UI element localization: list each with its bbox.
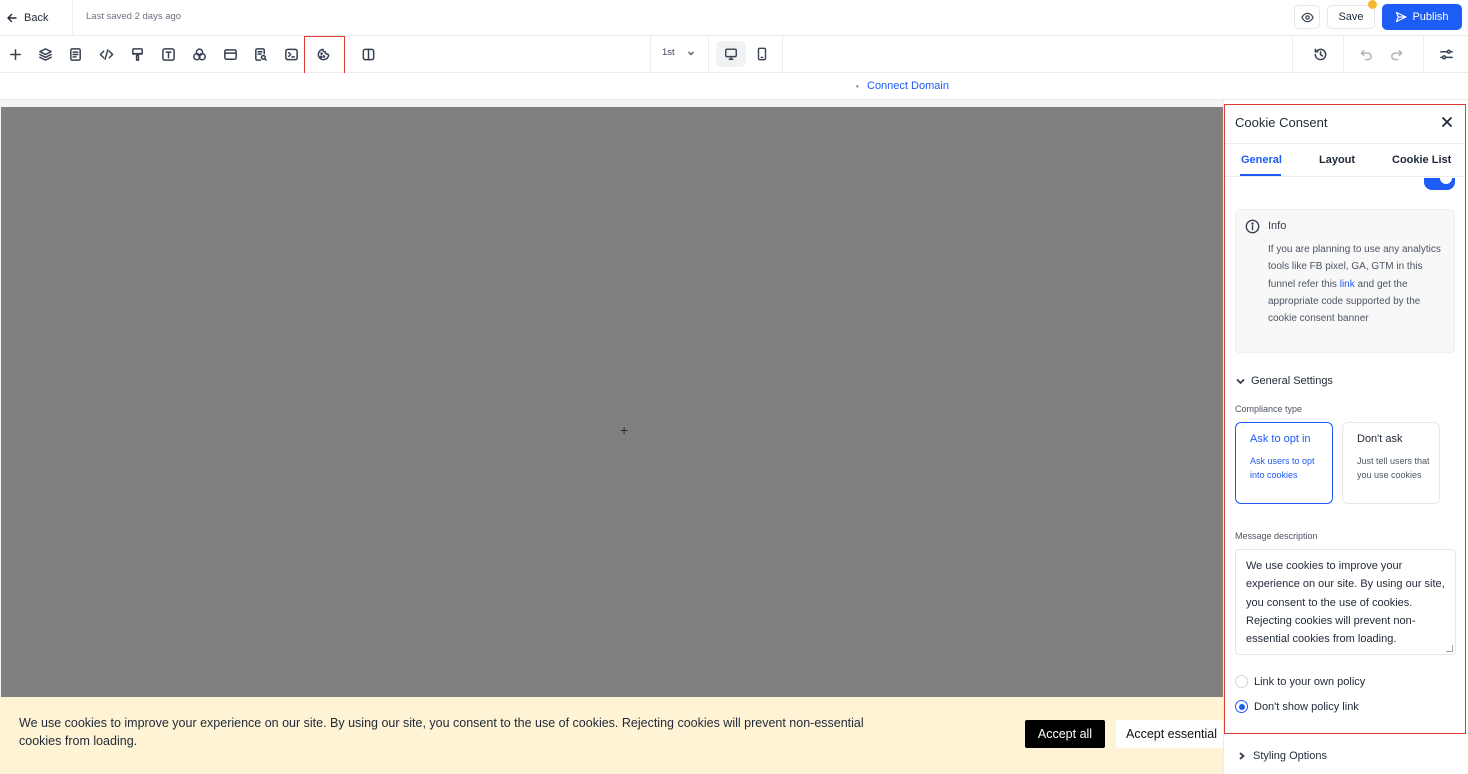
- arrow-left-icon: [7, 13, 17, 23]
- color-palette-icon[interactable]: [189, 44, 209, 64]
- info-icon: [1245, 219, 1260, 234]
- paint-brush-icon[interactable]: [127, 44, 147, 64]
- message-text: We use cookies to improve your experienc…: [1246, 560, 1445, 646]
- active-tab-indicator: [1240, 174, 1281, 176]
- styling-options-label: Styling Options: [1253, 750, 1327, 762]
- last-saved-status: Last saved 2 days ago: [86, 11, 182, 22]
- chevron-down-icon: [687, 50, 694, 56]
- desktop-icon: [725, 48, 737, 60]
- save-button[interactable]: Save: [1327, 5, 1375, 29]
- general-settings-label: General Settings: [1251, 375, 1333, 387]
- connect-domain-link[interactable]: Connect Domain: [867, 80, 949, 92]
- section-icon[interactable]: [220, 44, 240, 64]
- crosshair-icon: +: [620, 422, 629, 438]
- chevron-down-icon: [1236, 378, 1245, 384]
- policy-option-no-link[interactable]: Don't show policy link: [1235, 700, 1359, 713]
- divider: [1292, 36, 1293, 72]
- radio-button[interactable]: [1235, 700, 1248, 713]
- compliance-option-ask-opt-in[interactable]: Ask to opt in Ask users to opt into cook…: [1235, 422, 1333, 504]
- page-icon[interactable]: [65, 44, 85, 64]
- resize-handle-icon[interactable]: [1446, 645, 1453, 652]
- preview-button[interactable]: [1294, 5, 1320, 29]
- undo-icon[interactable]: [1356, 44, 1376, 64]
- eye-icon: [1300, 12, 1314, 22]
- policy-option-own-link[interactable]: Link to your own policy: [1235, 675, 1365, 688]
- plus-icon[interactable]: [5, 44, 25, 64]
- cookie-banner-preview: We use cookies to improve your experienc…: [0, 697, 1223, 774]
- message-description-label: Message description: [1235, 531, 1318, 541]
- code-icon[interactable]: [96, 44, 116, 64]
- option-description: Just tell users that you use cookies: [1357, 456, 1430, 480]
- back-label: Back: [24, 12, 49, 24]
- editor-toolbar: 1st: [0, 36, 1468, 74]
- send-icon: [1396, 11, 1408, 23]
- domain-bar: • Connect Domain: [0, 73, 1468, 100]
- radio-label: Link to your own policy: [1254, 675, 1366, 688]
- divider: [72, 0, 73, 36]
- radio-button[interactable]: [1235, 675, 1248, 688]
- accept-essential-button[interactable]: Accept essential: [1116, 720, 1223, 748]
- general-settings-toggle[interactable]: General Settings: [1236, 375, 1333, 387]
- styling-options-toggle[interactable]: Styling Options: [1238, 750, 1327, 762]
- info-text: If you are planning to use any analytics…: [1268, 241, 1448, 327]
- publish-button[interactable]: Publish: [1382, 4, 1462, 30]
- history-icon[interactable]: [1310, 44, 1330, 64]
- back-button[interactable]: Back: [6, 8, 48, 28]
- page-selector-value: 1st: [662, 47, 675, 58]
- info-title: Info: [1268, 220, 1287, 232]
- redo-icon[interactable]: [1386, 44, 1406, 64]
- option-description: Ask users to opt into cookies: [1250, 456, 1315, 480]
- layers-icon[interactable]: [35, 44, 55, 64]
- page-selector[interactable]: 1st: [662, 47, 695, 58]
- tab-cookie-list[interactable]: Cookie List: [1392, 154, 1451, 166]
- terminal-icon[interactable]: [281, 44, 301, 64]
- radio-label: Don't show policy link: [1254, 700, 1359, 713]
- tab-layout[interactable]: Layout: [1319, 154, 1355, 166]
- option-title: Ask to opt in: [1250, 433, 1311, 445]
- panel-title: Cookie Consent: [1235, 115, 1328, 130]
- compliance-type-label: Compliance type: [1235, 404, 1303, 414]
- publish-label: Publish: [1412, 11, 1449, 23]
- mobile-icon: [757, 47, 767, 61]
- top-bar: Back Last saved 2 days ago Save Publish: [0, 0, 1468, 36]
- option-title: Don't ask: [1357, 433, 1403, 445]
- close-icon[interactable]: [1440, 115, 1454, 129]
- panel-tabs: General Layout Cookie List: [1225, 143, 1465, 177]
- accept-all-button[interactable]: Accept all: [1025, 720, 1105, 748]
- divider: [1343, 36, 1344, 72]
- mobile-view-button[interactable]: [752, 41, 772, 67]
- info-link[interactable]: link: [1340, 279, 1355, 290]
- compliance-option-dont-ask[interactable]: Don't ask Just tell users that you use c…: [1342, 422, 1440, 504]
- divider: [650, 36, 651, 72]
- settings-sliders-icon[interactable]: [1436, 44, 1456, 64]
- desktop-view-button[interactable]: [716, 41, 746, 67]
- text-icon[interactable]: [158, 44, 178, 64]
- split-view-icon[interactable]: [358, 44, 378, 64]
- message-description-textarea[interactable]: We use cookies to improve your experienc…: [1235, 549, 1456, 655]
- tab-general[interactable]: General: [1241, 154, 1282, 166]
- page-canvas[interactable]: [1, 107, 1223, 697]
- divider: [1423, 36, 1424, 72]
- domain-bullet-icon: •: [856, 82, 859, 91]
- cookie-banner-text: We use cookies to improve your experienc…: [19, 716, 864, 748]
- cookie-icon[interactable]: [313, 44, 333, 64]
- unsaved-indicator-dot: [1368, 0, 1377, 9]
- enable-cookie-consent-toggle[interactable]: [1424, 178, 1455, 190]
- chevron-right-icon: [1239, 752, 1245, 760]
- divider: [782, 36, 783, 72]
- divider: [708, 36, 709, 72]
- search-file-icon[interactable]: [250, 44, 270, 64]
